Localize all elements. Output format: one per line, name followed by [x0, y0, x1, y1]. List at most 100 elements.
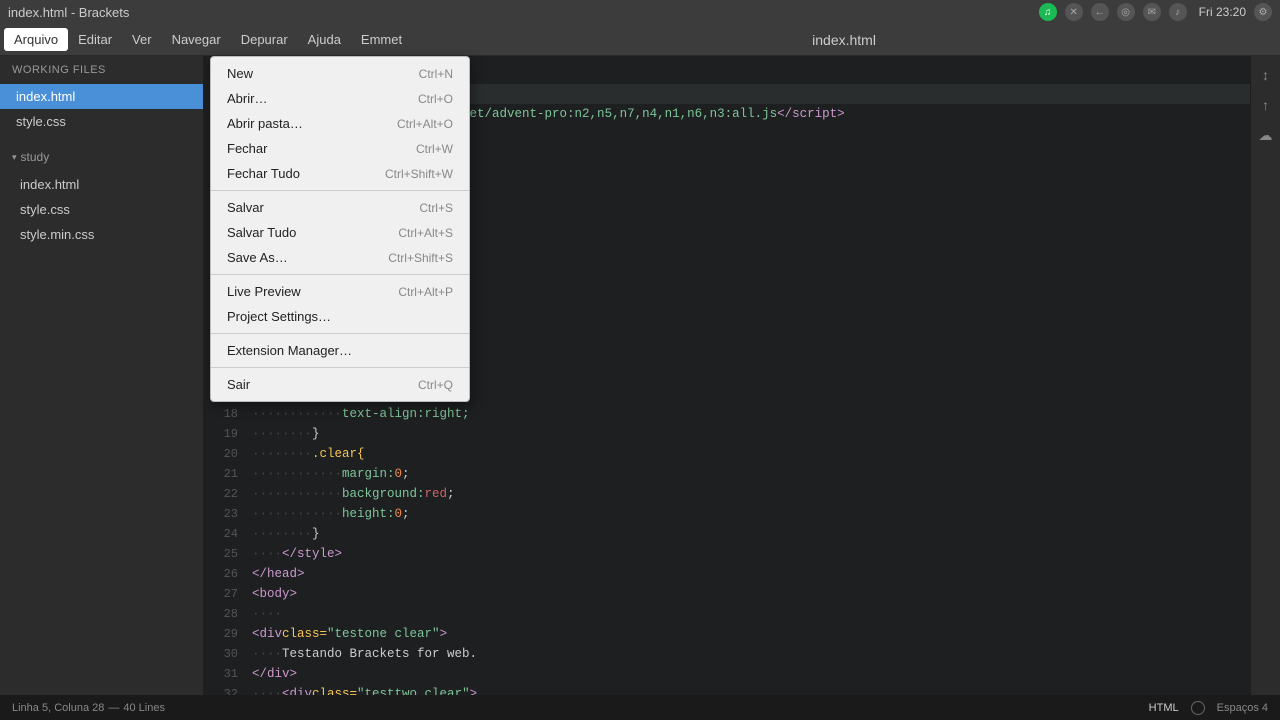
dd-label: New: [227, 66, 253, 81]
line-number-26: 26: [204, 564, 238, 584]
code-line-27: ········}: [252, 524, 1250, 544]
dd-label: Project Settings…: [227, 309, 331, 324]
status-right: HTML Espaços 4: [1149, 701, 1268, 715]
dd-shortcut: Ctrl+S: [419, 201, 453, 215]
spotify-icon[interactable]: ♫: [1039, 3, 1057, 21]
project-files: index.html style.css style.min.css: [0, 172, 203, 247]
working-files-header: Working Files: [0, 56, 203, 84]
dropdown-menu-overlay: New Ctrl+N Abrir… Ctrl+O Abrir pasta…Ctrl+Al…: [210, 56, 470, 402]
menu-depurar[interactable]: Depurar: [231, 28, 298, 51]
main-layout: Working Files index.html style.css ▾ stu…: [0, 56, 1280, 695]
code-line-35: ····<div class="testtwo clear">: [252, 684, 1250, 695]
menu-navegar[interactable]: Navegar: [162, 28, 231, 51]
chevron-down-icon: ▾: [12, 152, 17, 163]
dd-shortcut: Ctrl+N: [419, 67, 453, 81]
right-panel: ↕ ↑ ☁: [1250, 56, 1280, 695]
code-line-25: ············background:red;: [252, 484, 1250, 504]
volume-icon[interactable]: ♪: [1169, 3, 1187, 21]
line-number-29: 29: [204, 624, 238, 644]
project-file-style-min-css[interactable]: style.min.css: [0, 222, 203, 247]
code-line-26: ············height:0;: [252, 504, 1250, 524]
dd-item-save-as-[interactable]: Save As…Ctrl+Shift+S: [211, 245, 469, 270]
line-number-30: 30: [204, 644, 238, 664]
line-number-21: 21: [204, 464, 238, 484]
dd-item-live-preview[interactable]: Live Preview Ctrl+Alt+P: [211, 279, 469, 304]
target-icon[interactable]: ◎: [1117, 3, 1135, 21]
dd-label: Abrir…: [227, 91, 267, 106]
dd-item-salvar[interactable]: SalvarCtrl+S: [211, 195, 469, 220]
dd-shortcut: Ctrl+Q: [418, 378, 453, 392]
dd-item-fechar[interactable]: Fechar Ctrl+W: [211, 136, 469, 161]
dd-shortcut: Ctrl+Shift+S: [388, 251, 453, 265]
line-number-25: 25: [204, 544, 238, 564]
dd-item-sair[interactable]: Sair Ctrl+Q: [211, 372, 469, 397]
code-line-28: ····</style>: [252, 544, 1250, 564]
dd-shortcut: Ctrl+Alt+S: [398, 226, 453, 240]
mail-icon[interactable]: ✉: [1143, 3, 1161, 21]
dd-label: Live Preview: [227, 284, 301, 299]
sync-icon[interactable]: ↕: [1255, 64, 1277, 86]
line-number-22: 22: [204, 484, 238, 504]
dd-item-abrir-pasta-[interactable]: Abrir pasta…Ctrl+Alt+O: [211, 111, 469, 136]
dd-label: Extension Manager…: [227, 343, 352, 358]
status-separator: —: [108, 702, 119, 714]
dd-item-project-settings-[interactable]: Project Settings…: [211, 304, 469, 329]
code-line-21: ············text-align:right;: [252, 404, 1250, 424]
menu-editar[interactable]: Editar: [68, 28, 122, 51]
status-left: Linha 5, Coluna 28 — 40 Lines: [12, 702, 165, 714]
project-file-index-html[interactable]: index.html: [0, 172, 203, 197]
dd-label: Fechar: [227, 141, 267, 156]
status-spacing[interactable]: Espaços 4: [1217, 702, 1268, 714]
status-language[interactable]: HTML: [1149, 702, 1179, 714]
dd-item-new[interactable]: New Ctrl+N: [211, 61, 469, 86]
code-line-23: ········.clear{: [252, 444, 1250, 464]
dd-separator-12: [211, 333, 469, 334]
status-circle: [1191, 701, 1205, 715]
line-number-24: 24: [204, 524, 238, 544]
line-number-28: 28: [204, 604, 238, 624]
dd-item-extension-manager-[interactable]: Extension Manager…: [211, 338, 469, 363]
back-icon[interactable]: ←: [1091, 3, 1109, 21]
menubar: Arquivo Editar Ver Navegar Depurar Ajuda…: [0, 24, 1280, 56]
line-number-31: 31: [204, 664, 238, 684]
sidebar-file-index-html[interactable]: index.html: [0, 84, 203, 109]
dd-item-salvar-tudo[interactable]: Salvar TudoCtrl+Alt+S: [211, 220, 469, 245]
code-line-31: ····: [252, 604, 1250, 624]
cloud-icon[interactable]: ☁: [1255, 124, 1277, 146]
line-number-18: 18: [204, 404, 238, 424]
sidebar-file-style-css[interactable]: style.css: [0, 109, 203, 134]
dd-shortcut: Ctrl+Alt+P: [398, 285, 453, 299]
dd-item-abrir-[interactable]: Abrir… Ctrl+O: [211, 86, 469, 111]
menu-arquivo[interactable]: Arquivo: [4, 28, 68, 51]
project-header[interactable]: ▾ study: [0, 142, 203, 172]
gear-icon[interactable]: ⚙: [1254, 3, 1272, 21]
dd-shortcut: Ctrl+O: [418, 92, 453, 106]
dd-shortcut: Ctrl+W: [416, 142, 453, 156]
code-line-24: ············margin:0;: [252, 464, 1250, 484]
code-line-33: ····Testando Brackets for web.: [252, 644, 1250, 664]
menu-emmet[interactable]: Emmet: [351, 28, 412, 51]
dd-shortcut: Ctrl+Alt+O: [397, 117, 453, 131]
line-number-20: 20: [204, 444, 238, 464]
code-line-34: </div>: [252, 664, 1250, 684]
titlebar-icons: ♫ ✕ ← ◎ ✉ ♪ Fri 23:20 ⚙: [1039, 3, 1272, 21]
titlebar-title: index.html - Brackets: [8, 5, 129, 20]
menu-ajuda[interactable]: Ajuda: [298, 28, 351, 51]
line-number-19: 19: [204, 424, 238, 444]
dd-label: Sair: [227, 377, 250, 392]
code-line-30: <body>: [252, 584, 1250, 604]
statusbar: Linha 5, Coluna 28 — 40 Lines HTML Espaç…: [0, 695, 1280, 720]
upload-icon[interactable]: ↑: [1255, 94, 1277, 116]
dd-separator-14: [211, 367, 469, 368]
close-icon[interactable]: ✕: [1065, 3, 1083, 21]
sidebar: Working Files index.html style.css ▾ stu…: [0, 56, 204, 695]
titlebar: index.html - Brackets ♫ ✕ ← ◎ ✉ ♪ Fri 23…: [0, 0, 1280, 24]
dd-separator-5: [211, 190, 469, 191]
dd-item-fechar-tudo[interactable]: Fechar TudoCtrl+Shift+W: [211, 161, 469, 186]
code-line-29: </head>: [252, 564, 1250, 584]
line-number-27: 27: [204, 584, 238, 604]
status-lines: 40 Lines: [123, 702, 165, 714]
project-file-style-css[interactable]: style.css: [0, 197, 203, 222]
line-number-23: 23: [204, 504, 238, 524]
menu-ver[interactable]: Ver: [122, 28, 162, 51]
